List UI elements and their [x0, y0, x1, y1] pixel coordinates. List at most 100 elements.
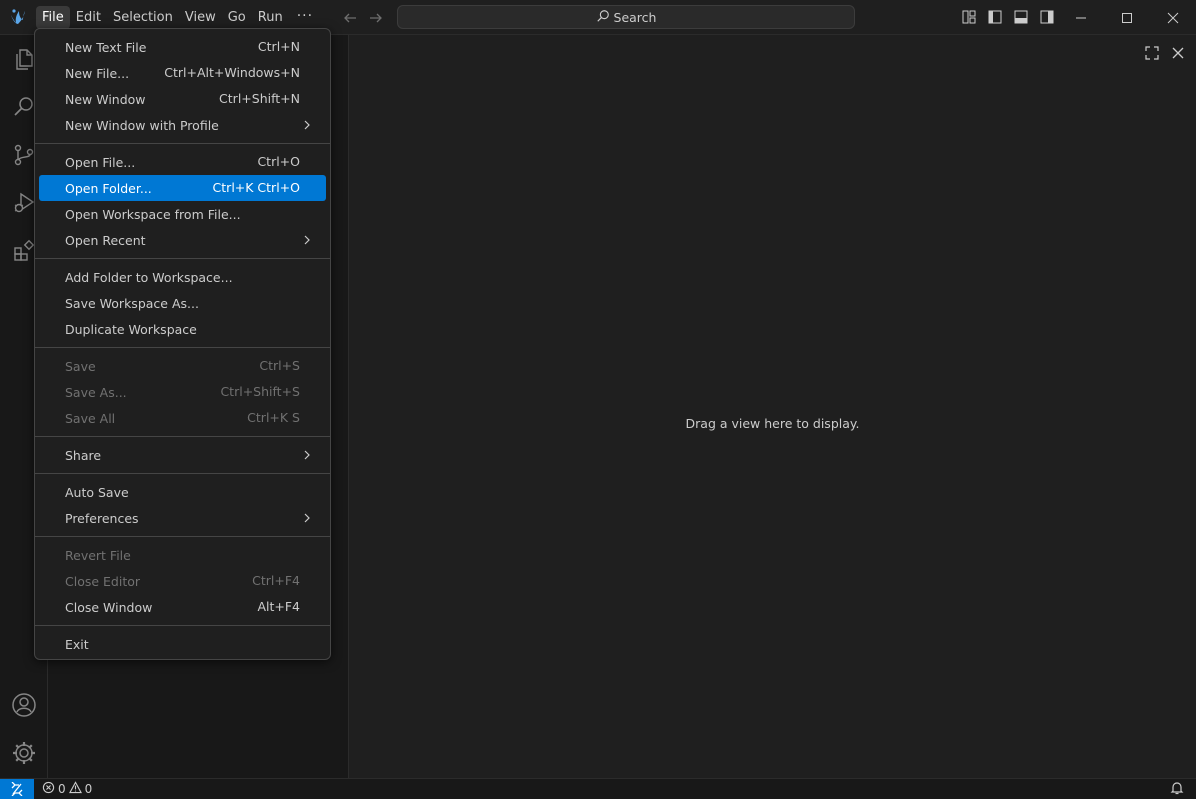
menu-item-shortcut: Ctrl+Shift+N: [219, 91, 300, 106]
menu-item-preferences[interactable]: Preferences: [39, 505, 326, 531]
menu-item-close-window[interactable]: Close Window Alt+F4: [39, 594, 326, 620]
menu-item-label: Close Editor: [65, 573, 141, 589]
chevron-right-icon: [300, 233, 314, 247]
close-icon[interactable]: [1170, 45, 1186, 61]
menu-separator: [35, 473, 330, 474]
menu-item-add-folder-to-workspace[interactable]: Add Folder to Workspace...: [39, 264, 326, 290]
toggle-panel-icon[interactable]: [1012, 8, 1030, 26]
menu-separator: [35, 625, 330, 626]
account-icon[interactable]: [10, 691, 38, 719]
menu-item-save: Save Ctrl+S: [39, 353, 326, 379]
menu-item-new-file[interactable]: New File... Ctrl+Alt+Windows+N: [39, 60, 326, 86]
menu-item-shortcut: Ctrl+K S: [247, 410, 300, 425]
menu-item-new-window-with-profile[interactable]: New Window with Profile: [39, 112, 326, 138]
menu-item-label: Revert File: [65, 547, 131, 563]
menu-item-auto-save[interactable]: Auto Save: [39, 479, 326, 505]
menu-item-save-all: Save All Ctrl+K S: [39, 405, 326, 431]
menu-item-close-editor: Close Editor Ctrl+F4: [39, 568, 326, 594]
menu-separator: [35, 436, 330, 437]
menu-item-label: Share: [65, 447, 102, 463]
customize-layout-icon[interactable]: [960, 8, 978, 26]
menu-item-label: Preferences: [65, 510, 139, 526]
menu-item-label: New Window with Profile: [65, 117, 219, 133]
menu-separator: [35, 536, 330, 537]
forward-arrow-icon[interactable]: [366, 8, 386, 28]
menu-item-label: Open File...: [65, 154, 136, 170]
menu-run[interactable]: Run: [252, 6, 289, 29]
error-count: 0: [58, 782, 66, 796]
menu-item-open-file[interactable]: Open File... Ctrl+O: [39, 149, 326, 175]
menu-file[interactable]: File: [36, 6, 70, 29]
problems-indicator[interactable]: 0 0: [42, 779, 92, 799]
menu-item-label: New File...: [65, 65, 130, 81]
layout-controls: [960, 8, 1056, 26]
window-controls: [1058, 0, 1196, 35]
command-center-search[interactable]: Search: [397, 5, 855, 29]
menu-separator: [35, 258, 330, 259]
menu-item-label: Auto Save: [65, 484, 129, 500]
back-arrow-icon[interactable]: [340, 8, 360, 28]
menu-item-label: Open Workspace from File...: [65, 206, 241, 222]
menu-item-label: Add Folder to Workspace...: [65, 269, 233, 285]
menu-item-shortcut: Ctrl+N: [257, 39, 300, 54]
menu-view[interactable]: View: [179, 6, 222, 29]
menu-item-label: Open Recent: [65, 232, 146, 248]
maximize-panel-icon[interactable]: [1144, 45, 1160, 61]
menu-item-label: Exit: [65, 636, 89, 652]
menu-item-new-text-file[interactable]: New Text File Ctrl+N: [39, 34, 326, 60]
menu-more-button[interactable]: ···: [289, 6, 321, 29]
menu-separator: [35, 347, 330, 348]
menu-item-label: Save Workspace As...: [65, 295, 199, 311]
editor-actions: [1144, 45, 1186, 61]
menu-item-share[interactable]: Share: [39, 442, 326, 468]
menu-item-label: Save As...: [65, 384, 127, 400]
search-label: Search: [613, 9, 657, 25]
menu-item-save-as: Save As... Ctrl+Shift+S: [39, 379, 326, 405]
menu-item-label: Save: [65, 358, 96, 374]
error-icon: [42, 781, 55, 797]
chevron-right-icon: [300, 118, 314, 132]
menu-item-shortcut: Ctrl+O: [257, 154, 300, 169]
menu-item-label: New Window: [65, 91, 146, 107]
file-menu-dropdown: New Text File Ctrl+N New File... Ctrl+Alt+W…: [34, 28, 331, 660]
status-bar: 0 0: [0, 778, 1196, 799]
app-logo-icon: [7, 7, 27, 27]
menu-item-label: Duplicate Workspace: [65, 321, 197, 337]
menu-item-revert-file: Revert File: [39, 542, 326, 568]
remote-indicator-icon[interactable]: [0, 779, 34, 799]
editor-area: Drag a view here to display.: [349, 35, 1196, 778]
menu-item-shortcut: Ctrl+S: [259, 358, 300, 373]
menu-item-open-folder[interactable]: Open Folder... Ctrl+K Ctrl+O: [39, 175, 326, 201]
menu-item-label: Close Window: [65, 599, 153, 615]
menu-item-shortcut: Ctrl+F4: [252, 573, 300, 588]
menu-item-duplicate-workspace[interactable]: Duplicate Workspace: [39, 316, 326, 342]
menu-item-save-workspace-as[interactable]: Save Workspace As...: [39, 290, 326, 316]
maximize-icon[interactable]: [1104, 0, 1150, 35]
menu-item-exit[interactable]: Exit: [39, 631, 326, 657]
toggle-secondary-sidebar-icon[interactable]: [1038, 8, 1056, 26]
menu-item-shortcut: Ctrl+Shift+S: [220, 384, 300, 399]
toggle-primary-sidebar-icon[interactable]: [986, 8, 1004, 26]
chevron-right-icon: [300, 448, 314, 462]
menu-item-open-workspace-from-file[interactable]: Open Workspace from File...: [39, 201, 326, 227]
chevron-right-icon: [300, 511, 314, 525]
menu-selection[interactable]: Selection: [107, 6, 179, 29]
menu-go[interactable]: Go: [222, 6, 252, 29]
minimize-icon[interactable]: [1058, 0, 1104, 35]
menu-edit[interactable]: Edit: [70, 6, 107, 29]
settings-gear-icon[interactable]: [10, 739, 38, 767]
menu-separator: [35, 143, 330, 144]
notifications-bell-icon[interactable]: [1170, 781, 1186, 797]
menu-item-shortcut: Alt+F4: [257, 599, 300, 614]
menu-item-label: New Text File: [65, 39, 147, 55]
menu-bar: File Edit Selection View Go Run ···: [36, 6, 321, 29]
search-icon: [596, 9, 610, 26]
empty-editor-message: Drag a view here to display.: [685, 416, 860, 431]
menu-item-new-window[interactable]: New Window Ctrl+Shift+N: [39, 86, 326, 112]
close-window-icon[interactable]: [1150, 0, 1196, 35]
menu-item-label: Save All: [65, 410, 116, 426]
menu-item-open-recent[interactable]: Open Recent: [39, 227, 326, 253]
menu-item-shortcut: Ctrl+Alt+Windows+N: [164, 65, 300, 80]
warning-count: 0: [84, 782, 93, 796]
navigation-arrows: [340, 8, 386, 28]
